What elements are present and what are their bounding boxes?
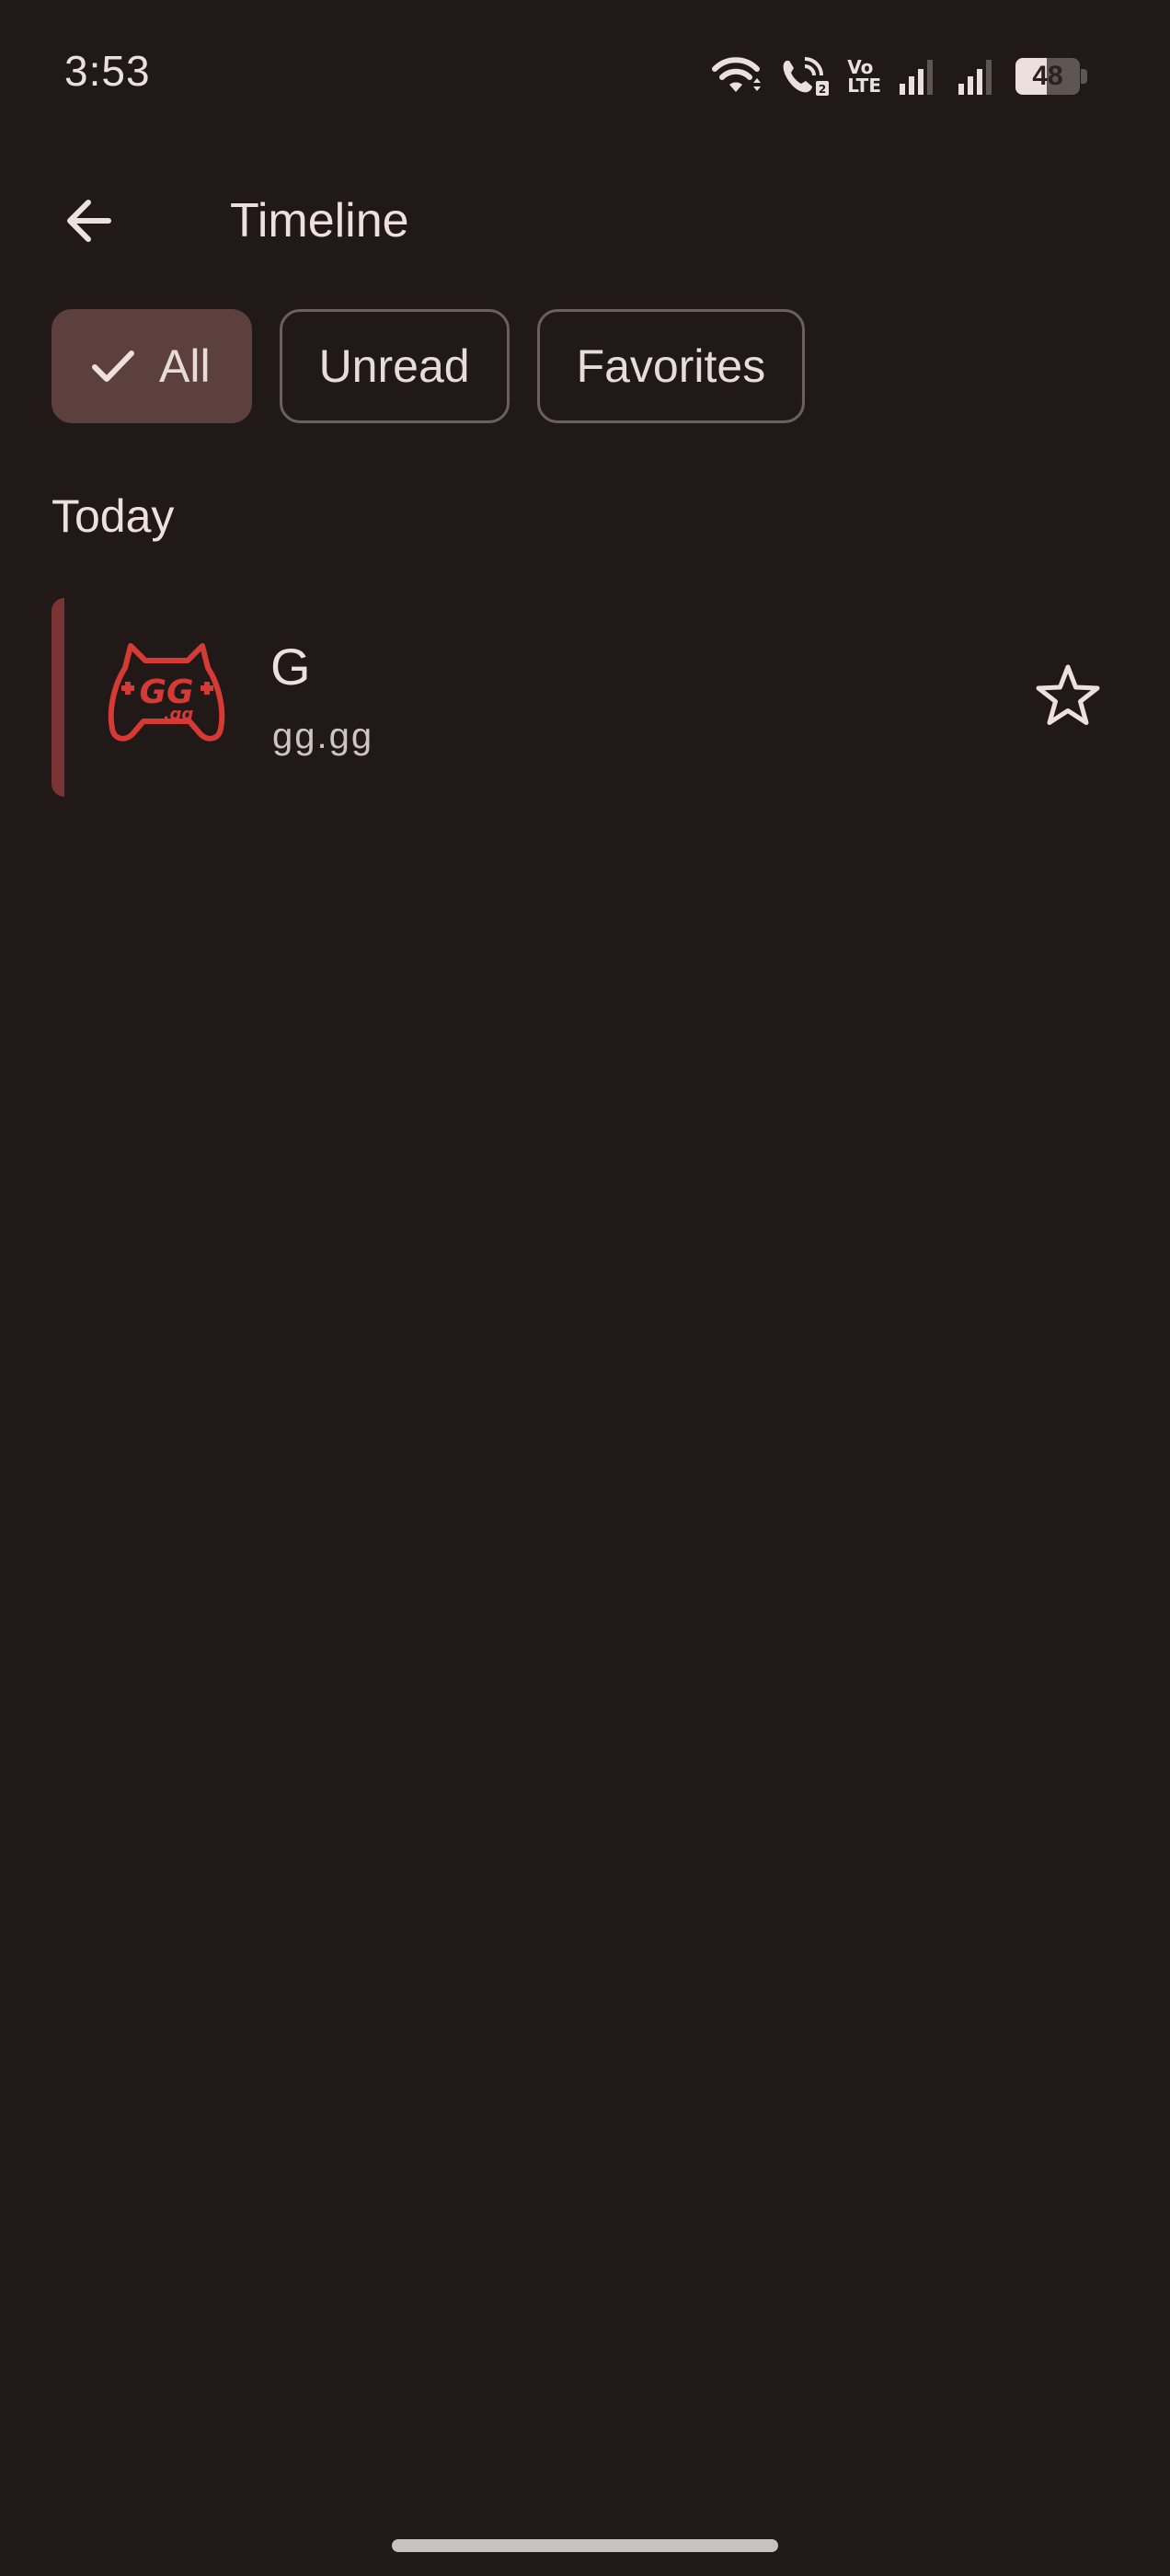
svg-text:.gg: .gg [164,705,194,724]
status-bar: 3:53 2 Vo LTE 48 [0,0,1170,147]
wifi-calling-icon: 2 [779,55,831,98]
volte-bottom-label: LTE [847,75,881,97]
top-app-bar: Timeline [0,166,1170,276]
filter-chip-unread-label: Unread [318,340,470,392]
signal-icon-sim2 [957,56,999,97]
gesture-navigation-bar[interactable] [392,2539,778,2552]
status-icons: 2 Vo LTE 48 [709,52,1087,101]
wifi-icon [709,55,763,98]
timeline-list-item[interactable]: GG .gg G gg.gg [52,598,1118,797]
svg-text:2: 2 [819,83,826,96]
item-subtitle: gg.gg [272,716,374,756]
item-title: G [270,638,311,696]
volte-icon: Vo LTE [847,58,881,95]
battery-level: 48 [1032,61,1063,91]
signal-icon-sim1 [898,56,940,97]
filter-chip-unread[interactable]: Unread [279,309,510,423]
unread-accent-bar [52,598,64,797]
filter-chip-favorites[interactable]: Favorites [536,309,806,423]
check-icon [91,348,135,385]
star-outline-icon [1036,664,1100,725]
volte-top-label: Vo [847,56,874,78]
battery-icon: 48 [1015,58,1087,95]
status-time: 3:53 [64,47,151,95]
arrow-back-icon [67,200,111,242]
section-header-today: Today [52,490,175,542]
filter-chip-all[interactable]: All [52,309,252,423]
favorite-button[interactable] [1017,646,1118,747]
back-button[interactable] [44,177,132,265]
filter-chips: All Unread Favorites [52,309,806,423]
filter-chip-favorites-label: Favorites [576,340,766,392]
filter-chip-all-label: All [159,340,211,392]
page-title: Timeline [230,194,409,247]
gg-gamepad-logo: GG .gg [105,633,228,756]
battery-tip [1081,69,1087,84]
